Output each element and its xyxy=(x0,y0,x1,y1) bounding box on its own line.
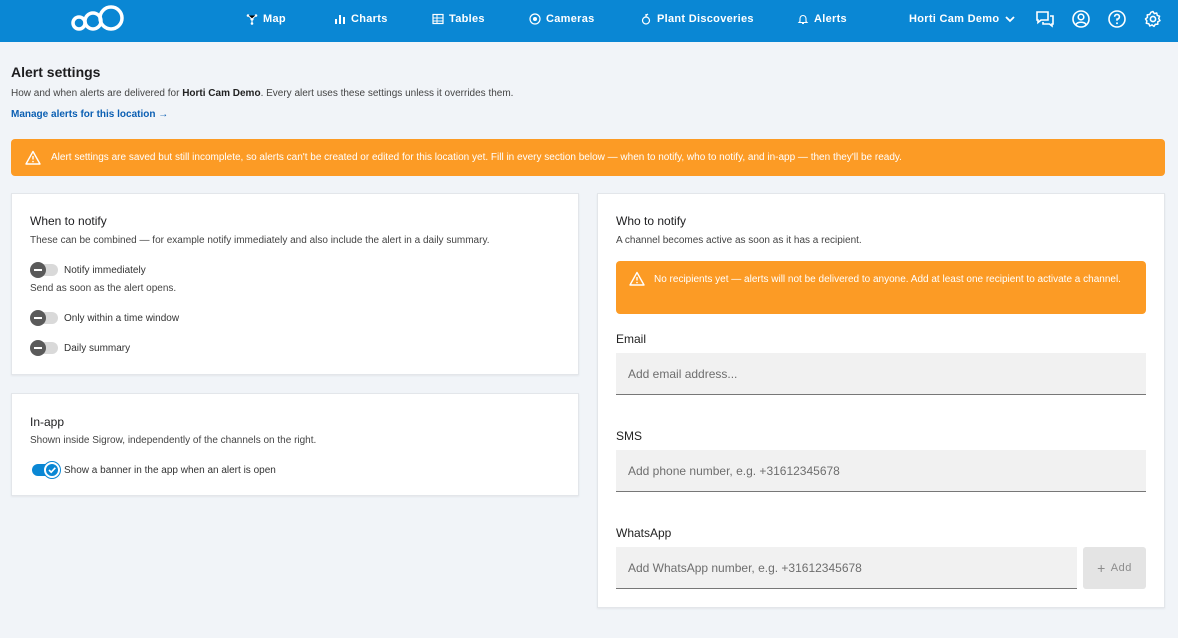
toggle-switch-off[interactable] xyxy=(30,262,58,278)
warning-icon xyxy=(629,271,645,286)
daily-summary-toggle[interactable]: Daily summary xyxy=(30,340,131,356)
warning-icon xyxy=(25,150,41,165)
no-recipients-warning: No recipients yet — alerts will not be d… xyxy=(616,261,1146,314)
in-app-banner-label: Show a banner in the app when an alert i… xyxy=(64,464,276,476)
toggle-switch-off[interactable] xyxy=(30,310,58,326)
notify-immediately-label: Notify immediately xyxy=(64,264,146,276)
subtitle-prefix: How and when alerts are delivered for xyxy=(11,88,183,99)
daily-summary-label: Daily summary xyxy=(64,342,131,354)
sms-input[interactable] xyxy=(616,450,1146,492)
in-app-banner-toggle[interactable]: Show a banner in the app when an alert i… xyxy=(32,462,276,478)
who-to-notify-card: Who to notify A channel becomes active a… xyxy=(597,193,1165,608)
check-icon xyxy=(48,467,56,474)
help-icon[interactable] xyxy=(1107,9,1127,29)
toggle-switch-off[interactable] xyxy=(30,340,58,356)
sms-label: SMS xyxy=(616,429,643,443)
subtitle-location: Horti Cam Demo xyxy=(182,88,261,99)
in-app-desc: Shown inside Sigrow, independently of th… xyxy=(30,435,317,446)
email-input[interactable] xyxy=(616,353,1146,395)
table-icon xyxy=(432,13,444,25)
manage-alerts-link[interactable]: Manage alerts for this location → xyxy=(11,109,168,120)
map-icon xyxy=(246,14,258,25)
nav-map[interactable]: Map xyxy=(246,0,286,38)
in-app-title: In-app xyxy=(30,415,65,429)
whatsapp-label: WhatsApp xyxy=(616,526,672,540)
banner-text: Alert settings are saved but still incom… xyxy=(51,152,902,163)
email-label: Email xyxy=(616,332,647,346)
page-subtitle: How and when alerts are delivered for Ho… xyxy=(11,88,1161,99)
page-title: Alert settings xyxy=(11,64,101,80)
nav-map-label: Map xyxy=(263,13,286,25)
nav-alerts[interactable]: Alerts xyxy=(797,0,847,38)
chevron-down-icon xyxy=(1005,16,1016,23)
plant-icon xyxy=(641,13,651,25)
bell-icon xyxy=(797,15,809,25)
nav-plant-discoveries[interactable]: Plant Discoveries xyxy=(640,0,754,38)
in-app-card: In-app Shown inside Sigrow, independentl… xyxy=(11,393,579,496)
plus-icon: + xyxy=(1097,560,1106,576)
incomplete-settings-banner: Alert settings are saved but still incom… xyxy=(11,139,1165,176)
nav-tables-label: Tables xyxy=(449,13,485,25)
sigrow-logo[interactable] xyxy=(70,4,126,34)
add-button-label: Add xyxy=(1110,562,1132,574)
chat-icon[interactable] xyxy=(1035,9,1055,29)
when-to-notify-title: When to notify xyxy=(30,214,107,228)
nav-alerts-label: Alerts xyxy=(814,13,847,25)
top-navigation-bar: Map Charts Tables Cameras Plant Discover… xyxy=(0,0,1178,42)
nav-cameras[interactable]: Cameras xyxy=(529,0,595,38)
nav-plant-discoveries-label: Plant Discoveries xyxy=(657,13,754,25)
when-to-notify-card: When to notify These can be combined — f… xyxy=(11,193,579,375)
who-to-notify-desc: A channel becomes active as soon as it h… xyxy=(616,235,862,246)
camera-icon xyxy=(529,13,541,25)
notify-immediately-toggle[interactable]: Notify immediately xyxy=(30,262,146,278)
location-name: Horti Cam Demo xyxy=(909,13,1000,25)
no-recipients-text: No recipients yet — alerts will not be d… xyxy=(654,274,1121,285)
gear-icon[interactable] xyxy=(1143,9,1163,29)
nav-tables[interactable]: Tables xyxy=(432,0,485,38)
nav-cameras-label: Cameras xyxy=(546,13,595,25)
add-whatsapp-button[interactable]: + Add xyxy=(1083,547,1146,589)
who-to-notify-title: Who to notify xyxy=(616,214,687,228)
whatsapp-input[interactable] xyxy=(616,547,1077,589)
subtitle-suffix: . Every alert uses these settings unless… xyxy=(260,88,514,99)
nav-charts[interactable]: Charts xyxy=(334,0,388,38)
notify-immediately-note: Send as soon as the alert opens. xyxy=(30,283,177,294)
when-to-notify-desc: These can be combined — for example noti… xyxy=(30,235,490,246)
bar-chart-icon xyxy=(335,15,345,24)
time-window-label: Only within a time window xyxy=(64,312,180,324)
page-header: Alert settings How and when alerts are d… xyxy=(11,64,1161,120)
nav-charts-label: Charts xyxy=(351,13,388,25)
location-switcher[interactable]: Horti Cam Demo xyxy=(909,0,1016,38)
account-icon[interactable] xyxy=(1071,9,1091,29)
time-window-toggle[interactable]: Only within a time window xyxy=(30,310,180,326)
toggle-switch-on[interactable] xyxy=(32,462,60,478)
